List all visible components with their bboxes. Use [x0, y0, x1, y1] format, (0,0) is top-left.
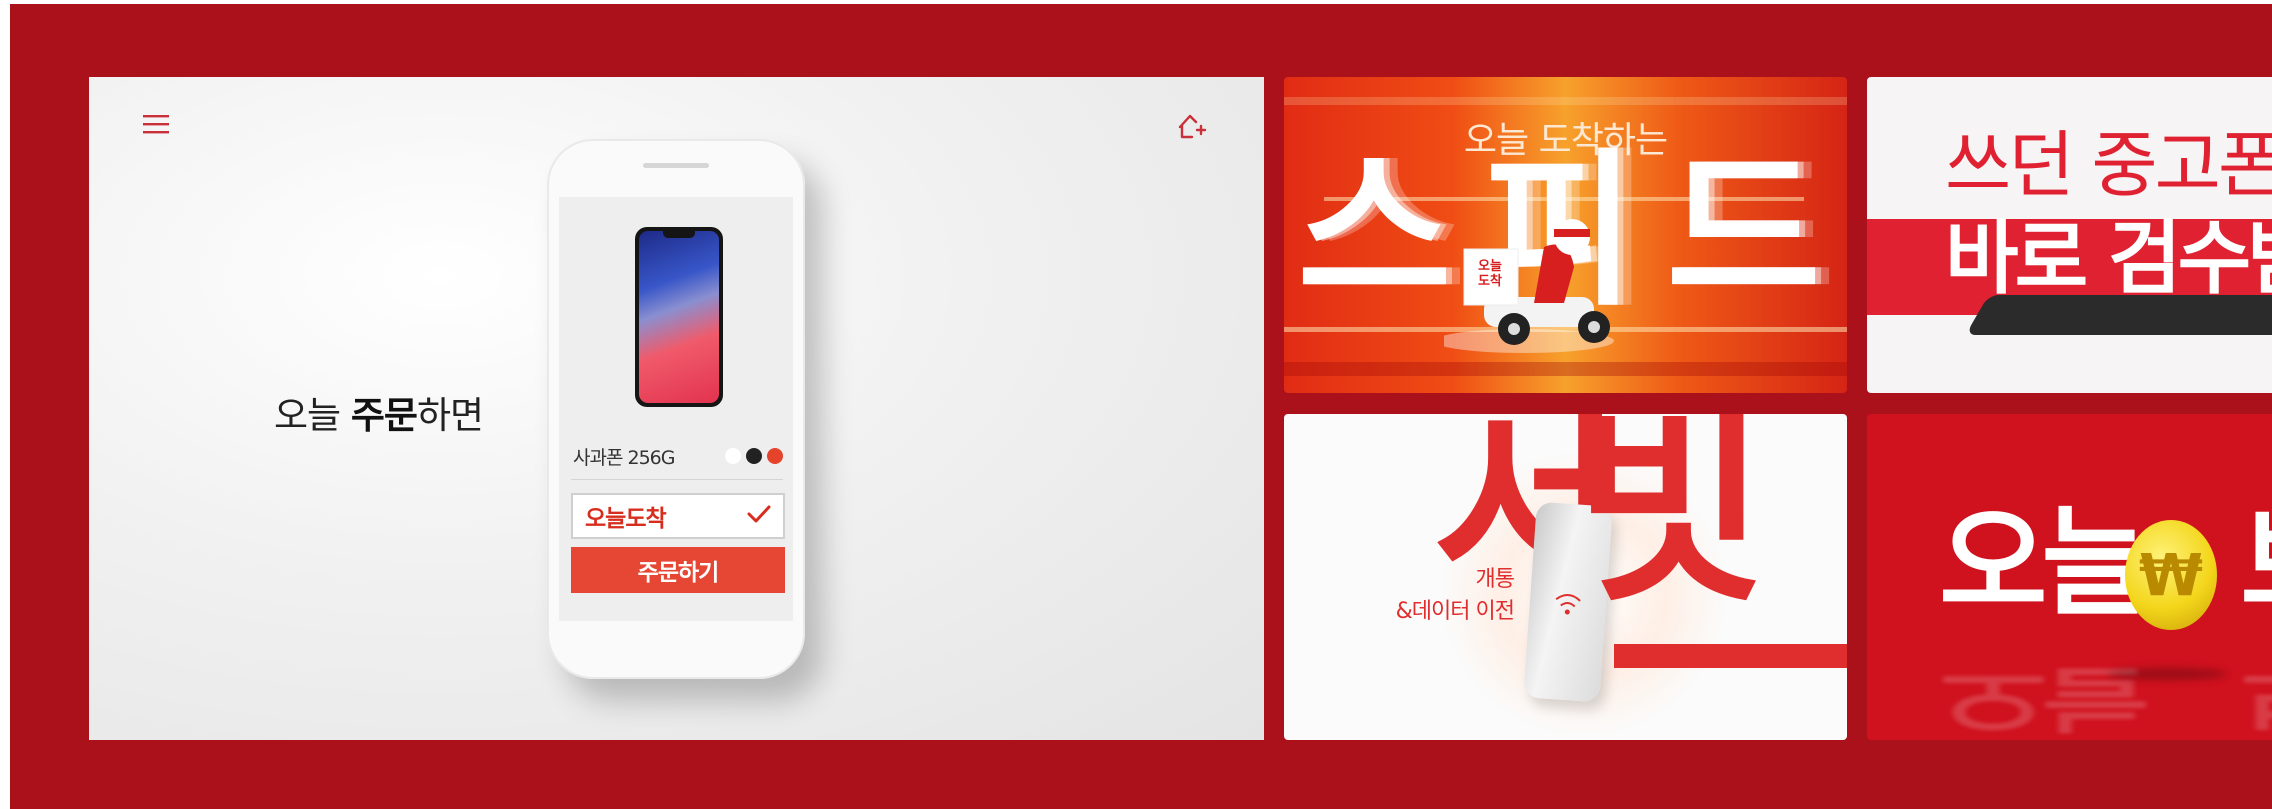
delivery-option-today[interactable]: 오늘도착: [571, 493, 785, 539]
hamburger-menu-icon[interactable]: [141, 111, 171, 137]
headline-bold: 주문: [350, 394, 418, 437]
promo-tile-speed[interactable]: 오늘 도착하는 스피드 오늘 도착: [1284, 77, 1847, 393]
refund-text: 오늘보: [1939, 504, 2272, 622]
service-caption-line2: &데이터 이전: [1395, 599, 1515, 624]
product-image-notch: [663, 231, 695, 238]
home-add-icon[interactable]: [1176, 111, 1208, 141]
order-button[interactable]: 주문하기: [571, 547, 785, 593]
product-row: 사과폰 256G: [573, 443, 783, 469]
product-name: 사과폰 256G: [573, 446, 675, 469]
check-icon: [747, 504, 771, 528]
coin-shadow: [2107, 668, 2227, 680]
service-bar: [1614, 644, 1847, 668]
swatch-black[interactable]: [746, 448, 762, 464]
scooter-badge: 오늘 도착: [1478, 259, 1502, 289]
headline-post: 하면: [416, 394, 484, 437]
divider: [571, 479, 783, 480]
service-caption-line1: 개통: [1475, 567, 1515, 592]
swatch-white[interactable]: [725, 448, 741, 464]
speed-streak: [1284, 362, 1847, 376]
speed-streak: [1284, 97, 1847, 105]
won-coin-icon: ₩: [2125, 520, 2217, 630]
refund-reflection-left: 오늘: [1939, 657, 2145, 740]
used-phone-line2: 바로 검수받: [1945, 212, 2272, 305]
used-phone-image: [1965, 295, 2272, 335]
phone-mockup: 사과폰 256G 오늘도착 주문하기: [547, 139, 805, 679]
product-image-screen: [639, 231, 719, 403]
promo-tile-used-phone[interactable]: 쓰던 중고폰 바로 검수받: [1867, 77, 2272, 393]
phone-speaker: [643, 163, 709, 168]
used-phone-line1: 쓰던 중고폰: [1945, 123, 2272, 207]
color-swatches: [725, 448, 783, 464]
swatch-red[interactable]: [767, 448, 783, 464]
service-big-right: 빗: [1574, 414, 1767, 631]
delivery-scooter-illustration: 오늘 도착: [1434, 207, 1654, 357]
promo-tile-refund[interactable]: 오늘보 오늘보 ₩: [1867, 414, 2272, 740]
order-today-panel: 오늘 주문하면 사과폰 256G 오늘도착 주문하기: [89, 77, 1264, 740]
refund-reflection-right: 보: [2240, 658, 2272, 740]
delivery-option-label: 오늘도착: [585, 506, 667, 532]
headline-pre: 오늘: [274, 394, 351, 437]
refund-text-right: 보: [2240, 494, 2272, 632]
refund-text-left: 오늘: [1939, 494, 2150, 632]
product-image: [635, 227, 723, 407]
promo-tile-service[interactable]: 서 빗 개통 &데이터 이전: [1284, 414, 1847, 740]
headline: 오늘 주문하면: [274, 385, 484, 439]
service-caption: 개통 &데이터 이전: [1374, 564, 1515, 628]
phone-screen: 사과폰 256G 오늘도착 주문하기: [559, 197, 793, 621]
promo-stage: 오늘 주문하면 사과폰 256G 오늘도착 주문하기 오늘 도착하는 스피드 오…: [10, 4, 2272, 809]
